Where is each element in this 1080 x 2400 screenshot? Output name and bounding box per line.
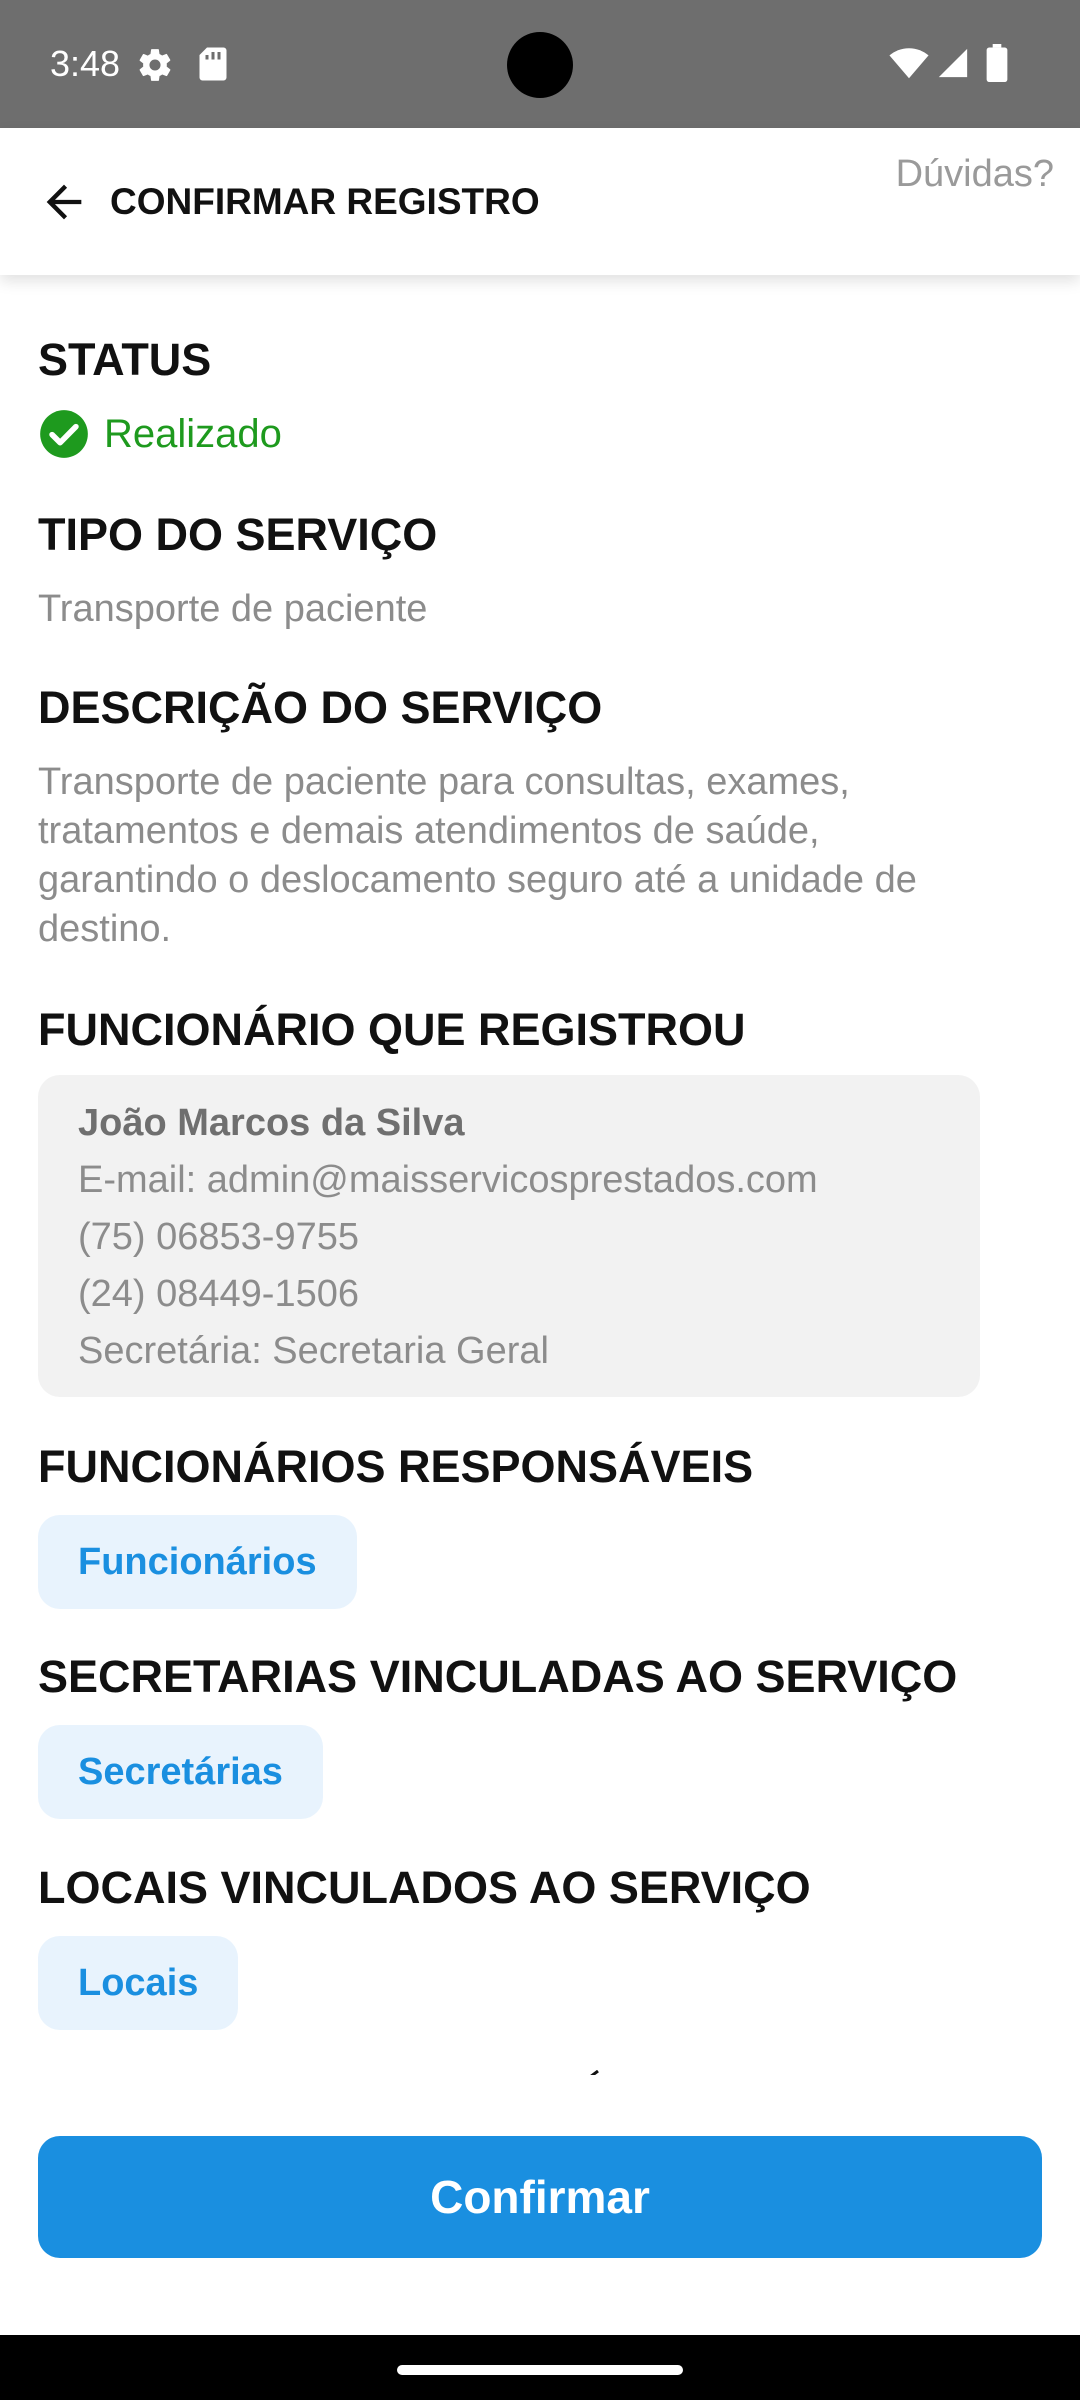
page-title: CONFIRMAR REGISTRO	[110, 181, 540, 222]
check-circle-icon	[40, 410, 88, 458]
help-link[interactable]: Dúvidas?	[896, 152, 1054, 196]
status-heading: STATUS	[38, 334, 212, 385]
responsible-staff-heading: FUNCIONÁRIOS RESPONSÁVEIS	[38, 1441, 754, 1492]
employee-phone: (75) 06853-9755	[78, 1216, 359, 1258]
employee-name: João Marcos da Silva	[78, 1102, 465, 1144]
departments-button[interactable]: Secretárias	[38, 1725, 323, 1819]
linked-locations-heading: LOCAIS VINCULADOS AO SERVIÇO	[38, 1862, 811, 1913]
sd-card-icon	[199, 47, 227, 81]
employee-email: E-mail: admin@maisservicosprestados.com	[78, 1159, 818, 1201]
service-description-heading: DESCRIÇÃO DO SERVIÇO	[38, 682, 603, 733]
locations-button[interactable]: Locais	[38, 1936, 239, 2030]
status-value-row: Realizado	[38, 407, 282, 461]
linked-departments-heading: SECRETARIAS VINCULADAS AO SERVIÇO	[38, 1651, 958, 1702]
service-type-value: Transporte de paciente	[38, 588, 428, 630]
service-description-line: tratamentos e demais atendimentos de saú…	[38, 810, 820, 852]
status-bar: 3:48	[0, 0, 1080, 128]
wifi-icon	[889, 48, 929, 79]
employee-department: Secretária: Secretaria Geral	[78, 1330, 549, 1372]
employee-phone: (24) 08449-1506	[78, 1273, 359, 1315]
staff-button[interactable]: Funcionários	[38, 1515, 357, 1609]
navigation-bar	[0, 2335, 1080, 2400]
confirm-button[interactable]: Confirmar	[38, 2136, 1042, 2258]
status-time: 3:48	[50, 43, 121, 84]
arrow-left-icon[interactable]	[38, 176, 90, 228]
gear-icon	[139, 49, 171, 81]
bottom-action-bar: Confirmar	[0, 2075, 1080, 2335]
service-type-heading: TIPO DO SERVIÇO	[38, 509, 438, 560]
battery-icon	[986, 44, 1008, 82]
employee-card: João Marcos da Silva E-mail: admin@maiss…	[38, 1075, 980, 1397]
home-gesture-handle[interactable]	[397, 2365, 683, 2375]
service-description-line: garantindo o deslocamento seguro até a u…	[38, 859, 917, 901]
registered-by-heading: FUNCIONÁRIO QUE REGISTROU	[38, 1004, 746, 1055]
signal-icon	[938, 48, 968, 78]
service-description-line: Transporte de paciente para consultas, e…	[38, 761, 850, 803]
service-description-line: destino.	[38, 908, 172, 950]
status-value: Realizado	[104, 411, 282, 456]
front-camera	[507, 32, 573, 98]
registration-details[interactable]: STATUS Realizado TIPO DO SERVIÇO Transpo…	[0, 275, 1080, 2075]
app-header: CONFIRMAR REGISTRO Dúvidas?	[0, 128, 1080, 275]
